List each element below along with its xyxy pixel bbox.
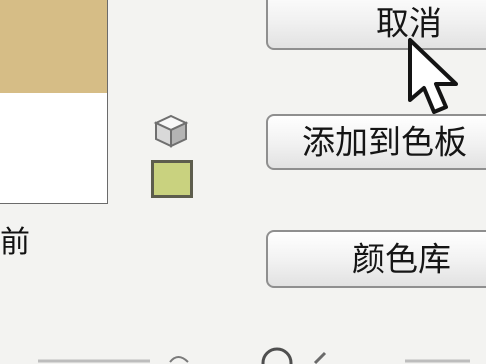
add-to-swatches-button[interactable]: 添加到色板 <box>266 114 486 170</box>
bottom-partial-controls <box>38 347 470 364</box>
new-color-swatch <box>0 0 107 93</box>
color-preview <box>0 0 108 204</box>
current-color-swatch[interactable] <box>0 93 107 203</box>
color-libraries-button[interactable]: 颜色库 <box>266 230 486 288</box>
cancel-button-label: 取消 <box>376 4 442 42</box>
add-to-swatches-button-label: 添加到色板 <box>302 123 467 161</box>
cube-icon[interactable] <box>150 112 192 150</box>
arrow-pointer-icon <box>408 38 458 114</box>
current-color-label: 前 <box>0 225 30 260</box>
websafe-color-swatch[interactable] <box>151 160 193 198</box>
color-libraries-button-label: 颜色库 <box>352 240 451 278</box>
